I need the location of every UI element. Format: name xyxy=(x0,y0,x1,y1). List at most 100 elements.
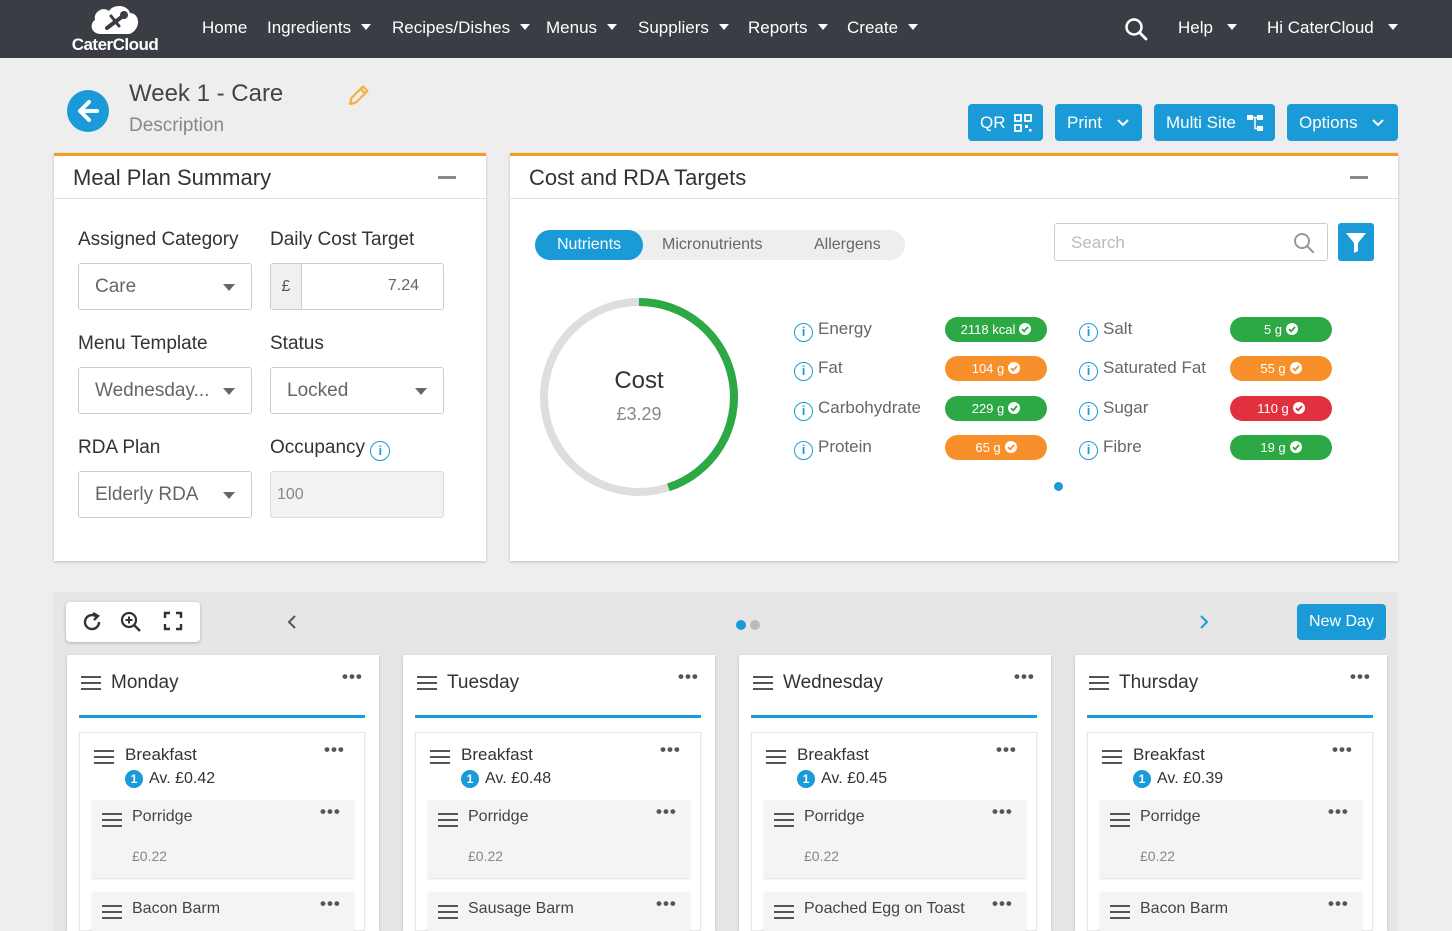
panel-header: Meal Plan Summary xyxy=(54,156,486,199)
minimize-icon[interactable] xyxy=(1350,176,1368,179)
rda-plan-select[interactable]: Elderly RDA xyxy=(78,471,252,518)
more-options-icon[interactable]: ••• xyxy=(678,667,699,687)
more-options-icon[interactable]: ••• xyxy=(1328,894,1349,914)
menu-template-select[interactable]: Wednesday... xyxy=(78,367,252,414)
nutrient-sugar[interactable]: i Sugar xyxy=(1079,398,1148,421)
cost-donut-chart xyxy=(540,298,738,496)
drag-handle-icon[interactable] xyxy=(1089,676,1109,690)
drag-handle-icon[interactable] xyxy=(430,750,450,764)
nutrient-protein[interactable]: i Protein xyxy=(794,437,872,460)
nav-ingredients[interactable]: Ingredients xyxy=(267,18,372,38)
nav-create[interactable]: Create xyxy=(847,18,919,38)
more-options-icon[interactable]: ••• xyxy=(324,740,345,760)
chevron-right-icon[interactable] xyxy=(1198,614,1210,630)
catercloud-logo[interactable]: CaterCloud xyxy=(70,4,160,54)
panel-title: Cost and RDA Targets xyxy=(529,165,747,190)
nutrient-saturated-fat[interactable]: i Saturated Fat xyxy=(1079,358,1206,381)
nav-home[interactable]: Home xyxy=(202,18,247,38)
pager-dot-active[interactable] xyxy=(736,620,746,630)
check-circle-icon xyxy=(1019,323,1032,335)
meal-average-cost: Av. £0.45 xyxy=(821,770,888,787)
drag-handle-icon[interactable] xyxy=(766,750,786,764)
drag-handle-icon[interactable] xyxy=(1102,750,1122,764)
minimize-icon[interactable] xyxy=(438,176,456,179)
drag-handle-icon[interactable] xyxy=(94,750,114,764)
dish-card[interactable]: Sausage Barm ••• xyxy=(428,892,690,931)
daily-cost-target-field[interactable]: £ 7.24 xyxy=(270,263,444,310)
drag-handle-icon[interactable] xyxy=(1110,905,1130,919)
more-options-icon[interactable]: ••• xyxy=(1328,802,1349,822)
nutrient-fibre[interactable]: i Fibre xyxy=(1079,437,1142,460)
more-options-icon[interactable]: ••• xyxy=(996,740,1017,760)
fullscreen-icon[interactable] xyxy=(163,611,183,631)
drag-handle-icon[interactable] xyxy=(438,813,458,827)
page-description[interactable]: Description xyxy=(129,115,224,137)
more-options-icon[interactable]: ••• xyxy=(320,802,341,822)
more-options-icon[interactable]: ••• xyxy=(1350,667,1371,687)
more-options-icon[interactable]: ••• xyxy=(1014,667,1035,687)
more-options-icon[interactable]: ••• xyxy=(660,740,681,760)
dish-card[interactable]: Poached Egg on Toast ••• xyxy=(764,892,1026,931)
nutrient-salt[interactable]: i Salt xyxy=(1079,319,1132,342)
dish-card[interactable]: Bacon Barm ••• xyxy=(1100,892,1362,931)
back-button[interactable] xyxy=(67,90,109,132)
qr-button[interactable]: QR xyxy=(968,104,1043,141)
nav-user-menu[interactable]: Hi CaterCloud xyxy=(1267,18,1398,38)
caret-down-icon xyxy=(520,24,531,31)
dish-card[interactable]: Bacon Barm ••• xyxy=(92,892,354,931)
occupancy-input[interactable]: 100 xyxy=(270,471,444,518)
nav-menus[interactable]: Menus xyxy=(546,18,618,38)
nav-help[interactable]: Help xyxy=(1178,18,1237,38)
pager-dot[interactable] xyxy=(1054,482,1063,491)
search-field[interactable]: Search xyxy=(1054,223,1328,261)
nav-suppliers[interactable]: Suppliers xyxy=(638,18,729,38)
nav-recipes-dishes[interactable]: Recipes/Dishes xyxy=(392,18,531,38)
more-options-icon[interactable]: ••• xyxy=(992,894,1013,914)
nutrient-fat[interactable]: i Fat xyxy=(794,358,843,381)
new-day-button[interactable]: New Day xyxy=(1297,604,1386,640)
more-options-icon[interactable]: ••• xyxy=(992,802,1013,822)
tab-nutrients[interactable]: Nutrients xyxy=(535,230,643,260)
dish-card[interactable]: Porridge ••• £0.22 xyxy=(428,800,690,878)
chevron-left-icon[interactable] xyxy=(286,614,298,630)
options-button[interactable]: Options xyxy=(1287,104,1398,141)
drag-handle-icon[interactable] xyxy=(102,813,122,827)
nutrient-carbohydrate[interactable]: i Carbohydrate xyxy=(794,398,921,421)
more-options-icon[interactable]: ••• xyxy=(1332,740,1353,760)
tab-allergens[interactable]: Allergens xyxy=(814,230,881,260)
print-button[interactable]: Print xyxy=(1055,104,1142,141)
drag-handle-icon[interactable] xyxy=(417,676,437,690)
pager-dot[interactable] xyxy=(750,620,760,630)
dish-card[interactable]: Porridge ••• £0.22 xyxy=(764,800,1026,878)
pencil-icon[interactable] xyxy=(346,82,372,108)
drag-handle-icon[interactable] xyxy=(102,905,122,919)
more-options-icon[interactable]: ••• xyxy=(656,802,677,822)
dish-cost: £0.22 xyxy=(804,848,840,864)
dish-card[interactable]: Porridge ••• £0.22 xyxy=(92,800,354,878)
drag-handle-icon[interactable] xyxy=(753,676,773,690)
search-icon[interactable] xyxy=(1293,232,1315,254)
assigned-category-select[interactable]: Care xyxy=(78,263,252,310)
meal-card-breakfast: Breakfast ••• 1 Av. £0.39 Porridge ••• £… xyxy=(1087,732,1373,931)
more-options-icon[interactable]: ••• xyxy=(342,667,363,687)
more-options-icon[interactable]: ••• xyxy=(320,894,341,914)
drag-handle-icon[interactable] xyxy=(774,813,794,827)
search-icon[interactable] xyxy=(1124,17,1148,41)
filter-button[interactable] xyxy=(1338,223,1374,261)
refresh-icon[interactable] xyxy=(81,611,103,633)
nav-reports[interactable]: Reports xyxy=(748,18,828,38)
multi-site-button[interactable]: Multi Site xyxy=(1154,104,1275,141)
meal-plan-summary-panel: Meal Plan Summary Assigned Category Care… xyxy=(54,153,486,561)
dish-card[interactable]: Porridge ••• £0.22 xyxy=(1100,800,1362,878)
logo-text: CaterCloud xyxy=(71,35,159,54)
zoom-in-icon[interactable] xyxy=(120,611,142,633)
tab-micronutrients[interactable]: Micronutrients xyxy=(662,230,762,260)
more-options-icon[interactable]: ••• xyxy=(656,894,677,914)
drag-handle-icon[interactable] xyxy=(1110,813,1130,827)
drag-handle-icon[interactable] xyxy=(81,676,101,690)
info-icon[interactable]: i xyxy=(370,441,391,461)
nutrient-energy[interactable]: i Energy xyxy=(794,319,872,342)
status-select[interactable]: Locked xyxy=(270,367,444,414)
drag-handle-icon[interactable] xyxy=(438,905,458,919)
drag-handle-icon[interactable] xyxy=(774,905,794,919)
